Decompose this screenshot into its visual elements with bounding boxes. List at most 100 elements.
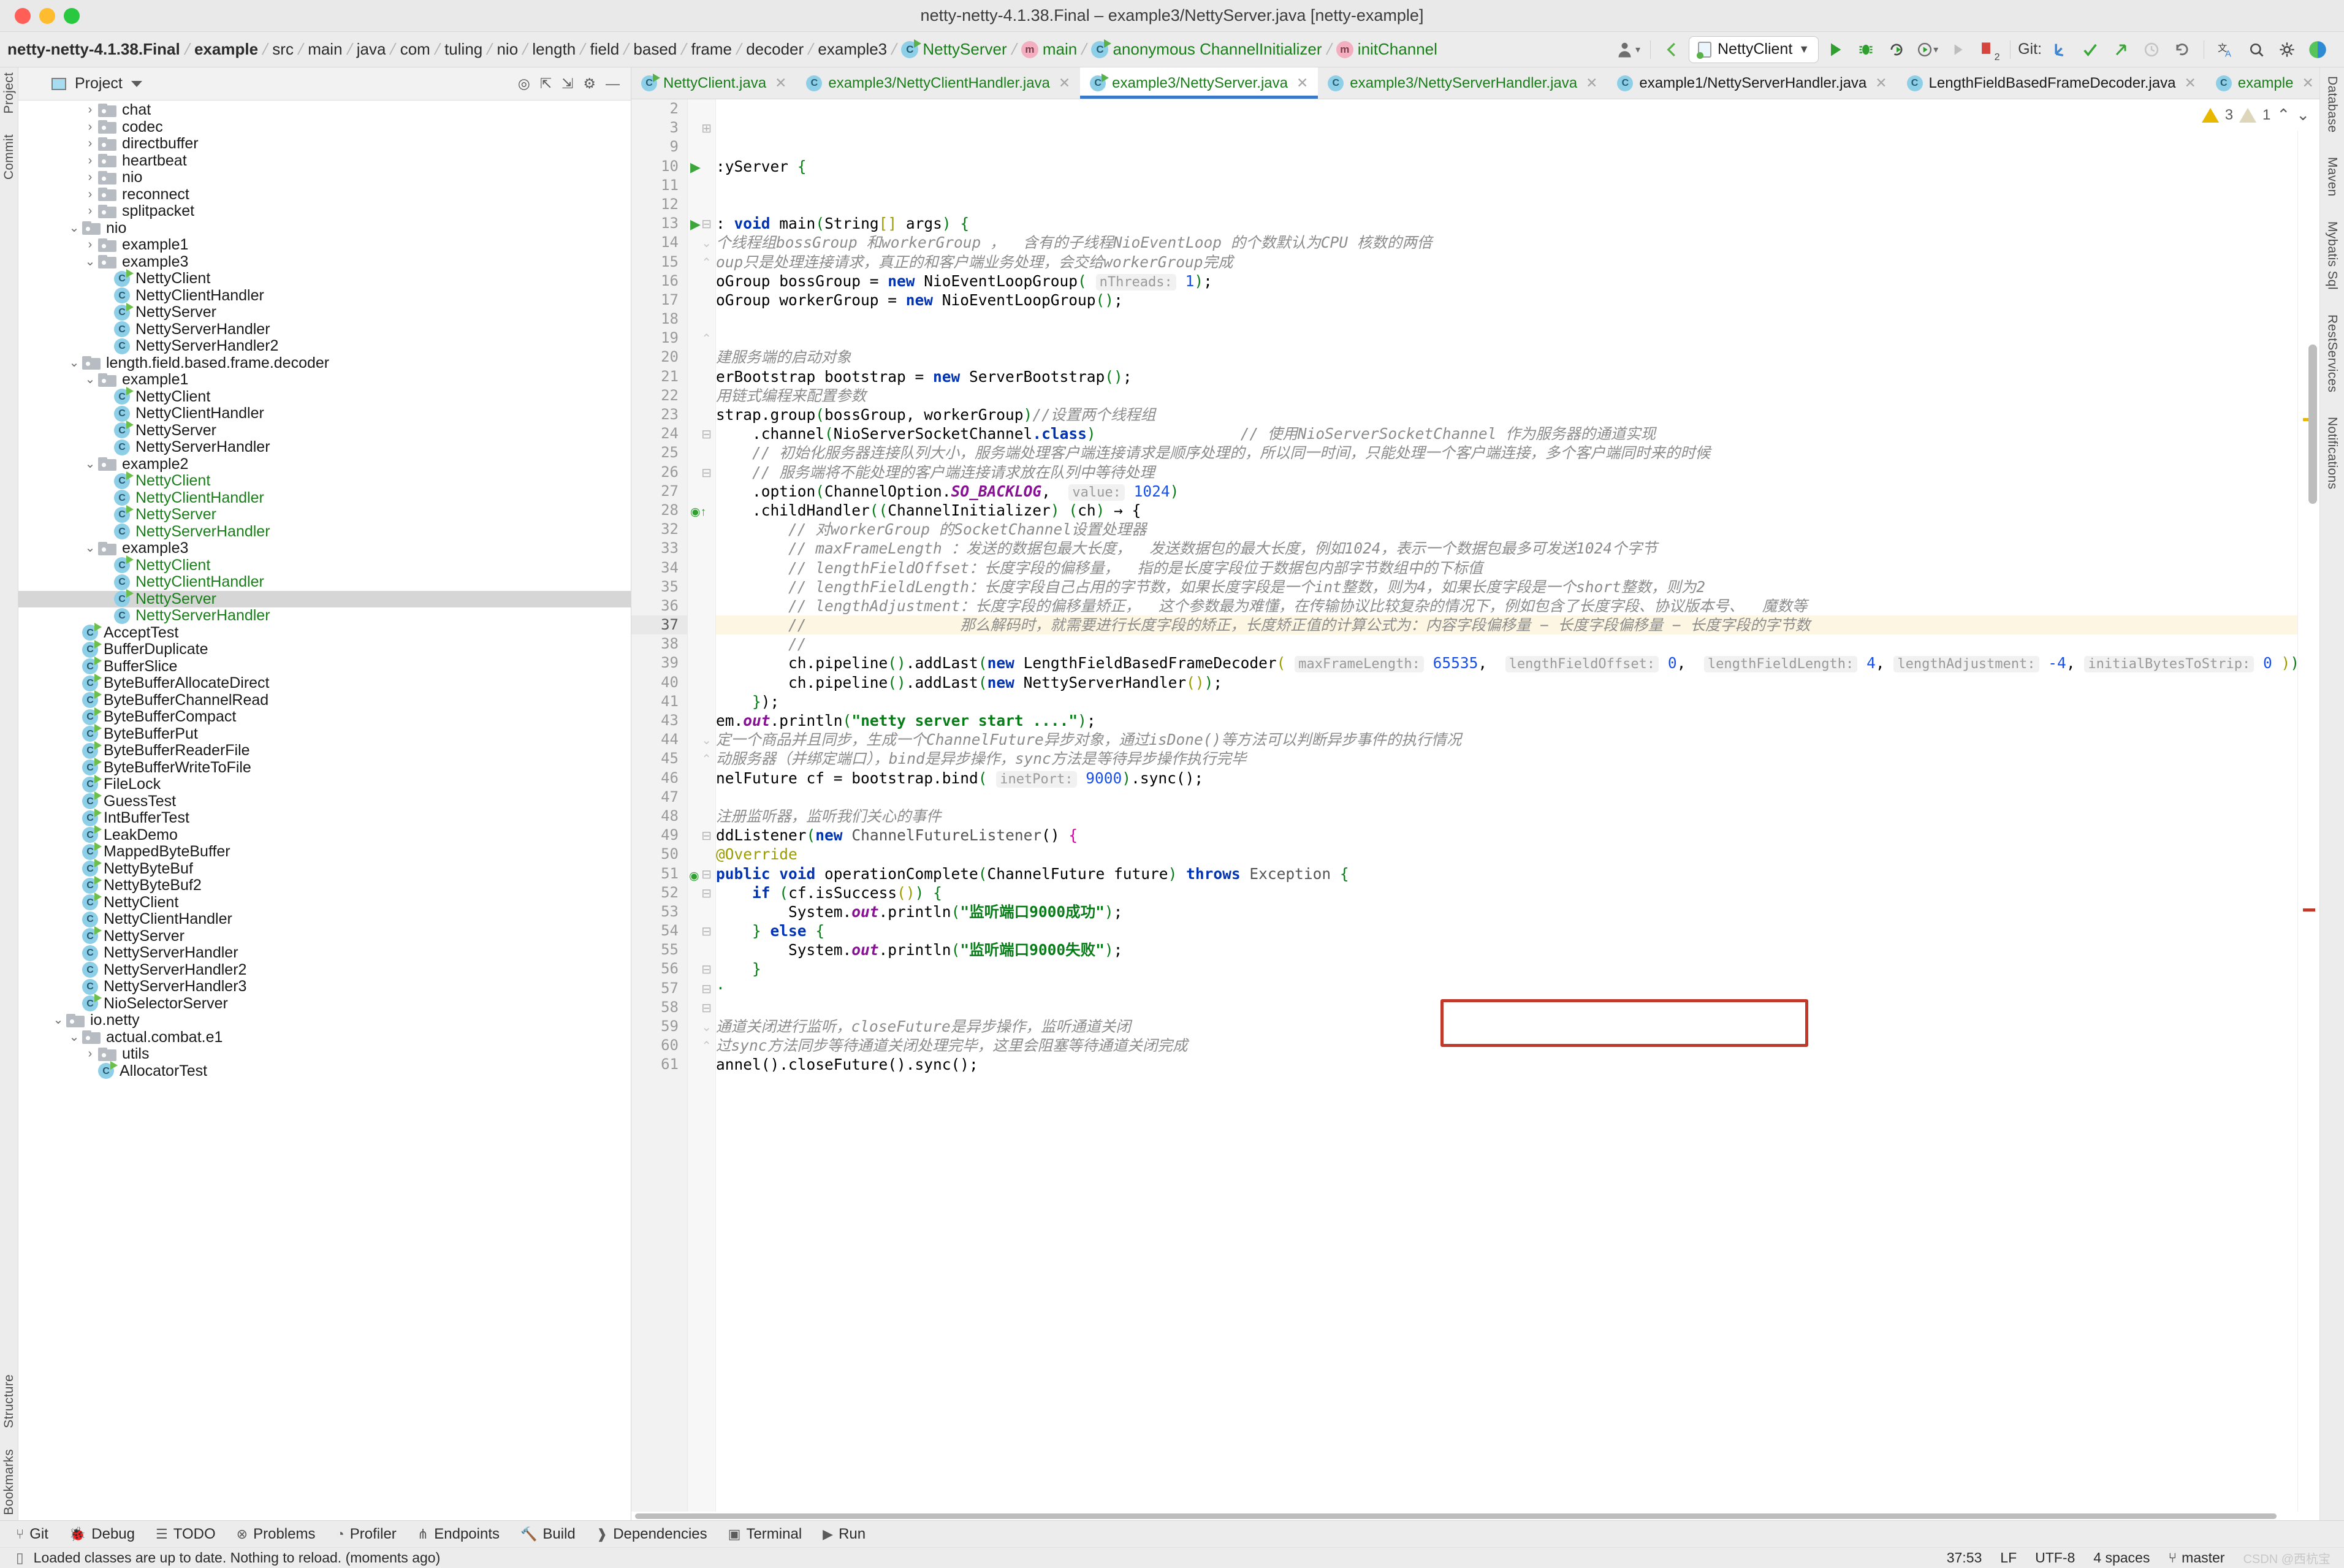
gutter-marker[interactable]: ⊟ [688,979,715,998]
tree-item-nettyserver[interactable]: CNettyServer [18,422,631,440]
gutter-marker[interactable]: ⌄ [688,233,715,252]
line-number[interactable]: 49 [631,826,687,845]
gutter-marker[interactable] [688,634,715,653]
close-tab-icon[interactable]: ✕ [1586,75,1597,91]
line-number[interactable]: 9 [631,137,687,156]
hide-panel-icon[interactable]: — [606,75,620,92]
gutter-marker[interactable]: ⌃ [688,1036,715,1055]
profile-icon[interactable] [1944,36,1972,63]
gutter-marker[interactable]: ⊟ [688,424,715,443]
line-number[interactable]: 59 [631,1017,687,1036]
code-line[interactable]: 注册监听器，监听我们关心的事件 [716,807,2297,826]
line-number[interactable]: 17 [631,291,687,310]
line-number[interactable]: 10 [631,157,687,176]
editor-tab-lengthfieldbasedframedecoder-java[interactable]: CLengthFieldBasedFrameDecoder.java✕ [1897,67,2206,99]
line-number[interactable]: 27 [631,482,687,501]
tree-item-bufferduplicate[interactable]: CBufferDuplicate [18,641,631,658]
next-problem-icon[interactable]: ⌄ [2296,105,2310,124]
gutter-marker[interactable]: ⊟ [688,883,715,902]
tree-item-nettybytebuf2[interactable]: CNettyByteBuf2 [18,877,631,894]
breadcrumb-item-based[interactable]: based [630,40,680,59]
line-number[interactable]: 11 [631,176,687,195]
editor-tab-example1-nettyserverhandler-java[interactable]: Cexample1/NettyServerHandler.java✕ [1607,67,1897,99]
code-line[interactable]: 个线程组bossGroup 和workerGroup ， 含有的子线程NioEv… [716,233,2297,252]
gutter-marker[interactable]: ⌃ [688,253,715,272]
line-number[interactable]: 50 [631,845,687,864]
chevron-right-icon[interactable]: › [82,135,98,153]
tree-item-accepttest[interactable]: CAcceptTest [18,625,631,642]
gutter-marker[interactable] [688,195,715,214]
chevron-down-icon[interactable]: ⌄ [82,540,98,557]
code-line[interactable]: }); [716,692,2297,711]
code-line[interactable] [716,329,2297,348]
gutter-marker[interactable]: ◉⊟ [688,864,715,883]
line-number[interactable]: 3 [631,118,687,137]
line-number[interactable]: 33 [631,539,687,558]
chevron-down-icon[interactable] [131,81,142,87]
code-line[interactable]: strap.group(bossGroup, workerGroup)//设置两… [716,405,2297,424]
tree-item-bytebufferreaderfile[interactable]: CByteBufferReaderFile [18,742,631,759]
tree-item-nettyserverhandler[interactable]: CNettyServerHandler [18,321,631,338]
bottom-tab-todo[interactable]: ☰TODO [156,1526,216,1543]
close-tab-icon[interactable]: ✕ [775,75,786,91]
line-number[interactable]: 57 [631,979,687,998]
code-line[interactable]: oGroup workerGroup = new NioEventLoopGro… [716,291,2297,310]
breadcrumb-item-anonymous-channelinitializer[interactable]: Canonymous ChannelInitializer [1087,40,1325,59]
tree-item-codec[interactable]: ›codec [18,119,631,136]
rerun-icon[interactable] [1882,36,1911,63]
tree-item-nettyserverhandler[interactable]: CNettyServerHandler [18,439,631,456]
line-number[interactable]: 45 [631,749,687,768]
indent-setting[interactable]: 4 spaces [2093,1550,2150,1566]
tree-item-allocatortest[interactable]: CAllocatorTest [18,1063,631,1080]
code-line[interactable]: // lengthFieldLength：长度字段自己占用的字节数，如果长度字段… [716,577,2297,596]
code-line[interactable]: System.out.println("监听端口9000失败"); [716,940,2297,959]
breadcrumb-item-decoder[interactable]: decoder [742,40,807,59]
right-tool-strip[interactable]: Database Maven Mybatis Sql RestServices … [2319,67,2344,1520]
close-tab-icon[interactable]: ✕ [1059,75,1070,91]
line-number[interactable]: 34 [631,558,687,577]
breadcrumb-item-example3[interactable]: example3 [814,40,891,59]
tree-item-nioselectorserver[interactable]: CNioSelectorServer [18,995,631,1013]
code-line[interactable]: // maxFrameLength ：发送的数据包最大长度， 发送数据包的最大长… [716,539,2297,558]
gutter-marker[interactable]: ⊞ [688,118,715,137]
line-number[interactable]: 40 [631,673,687,692]
expand-all-icon[interactable]: ⇱ [540,75,552,92]
tree-item-guesstest[interactable]: CGuessTest [18,793,631,810]
line-number[interactable]: 61 [631,1055,687,1074]
code-line[interactable]: } else { [716,921,2297,940]
git-push-icon[interactable] [2107,36,2135,63]
close-tab-icon[interactable]: ✕ [2302,75,2313,91]
tree-item-nettyserverhandler3[interactable]: CNettyServerHandler3 [18,978,631,995]
code-editor[interactable]: 2391011121314151617181920212223242526272… [631,99,2319,1512]
chevron-down-icon[interactable]: ⌄ [50,1012,66,1029]
code-line[interactable]: @Override [716,845,2297,864]
left-tool-strip[interactable]: Project Commit Structure Bookmarks [0,67,18,1520]
tree-item-example1[interactable]: ›example1 [18,237,631,254]
code-line[interactable]: : void main(String[] args) { [716,214,2297,233]
tree-item-nettyclienthandler[interactable]: CNettyClientHandler [18,490,631,507]
tree-item-nettyclienthandler[interactable]: CNettyClientHandler [18,287,631,305]
code-line[interactable]: System.out.println("监听端口9000成功"); [716,902,2297,921]
tree-item-filelock[interactable]: CFileLock [18,776,631,793]
gutter-marker[interactable] [688,769,715,788]
tool-window-maven[interactable]: Maven [2325,157,2340,197]
breadcrumb-item-com[interactable]: com [397,40,434,59]
gutter-marker[interactable] [688,788,715,807]
tool-window-commit[interactable]: Commit [2,134,17,180]
tool-window-bookmarks[interactable]: Bookmarks [2,1449,17,1515]
tree-item-nettyserverhandler[interactable]: CNettyServerHandler [18,523,631,541]
bottom-tab-dependencies[interactable]: ❱Dependencies [596,1526,707,1543]
gutter-marker[interactable] [688,577,715,596]
tool-window-database[interactable]: Database [2325,76,2340,132]
tree-item-nettyclienthandler[interactable]: CNettyClientHandler [18,574,631,591]
code-line[interactable]: · [716,979,2297,998]
bottom-tab-git[interactable]: ⑂Git [16,1526,48,1543]
file-encoding[interactable]: UTF-8 [2035,1550,2075,1566]
code-line[interactable]: annel().closeFuture().sync(); [716,1055,2297,1074]
tool-window-project[interactable]: Project [2,72,17,113]
gutter-marker[interactable] [688,558,715,577]
tree-item-nettyserver[interactable]: CNettyServer [18,591,631,608]
git-rollback-icon[interactable] [2168,36,2196,63]
bottom-tab-run[interactable]: ▶Run [823,1526,866,1543]
breadcrumb-item-nio[interactable]: nio [493,40,522,59]
